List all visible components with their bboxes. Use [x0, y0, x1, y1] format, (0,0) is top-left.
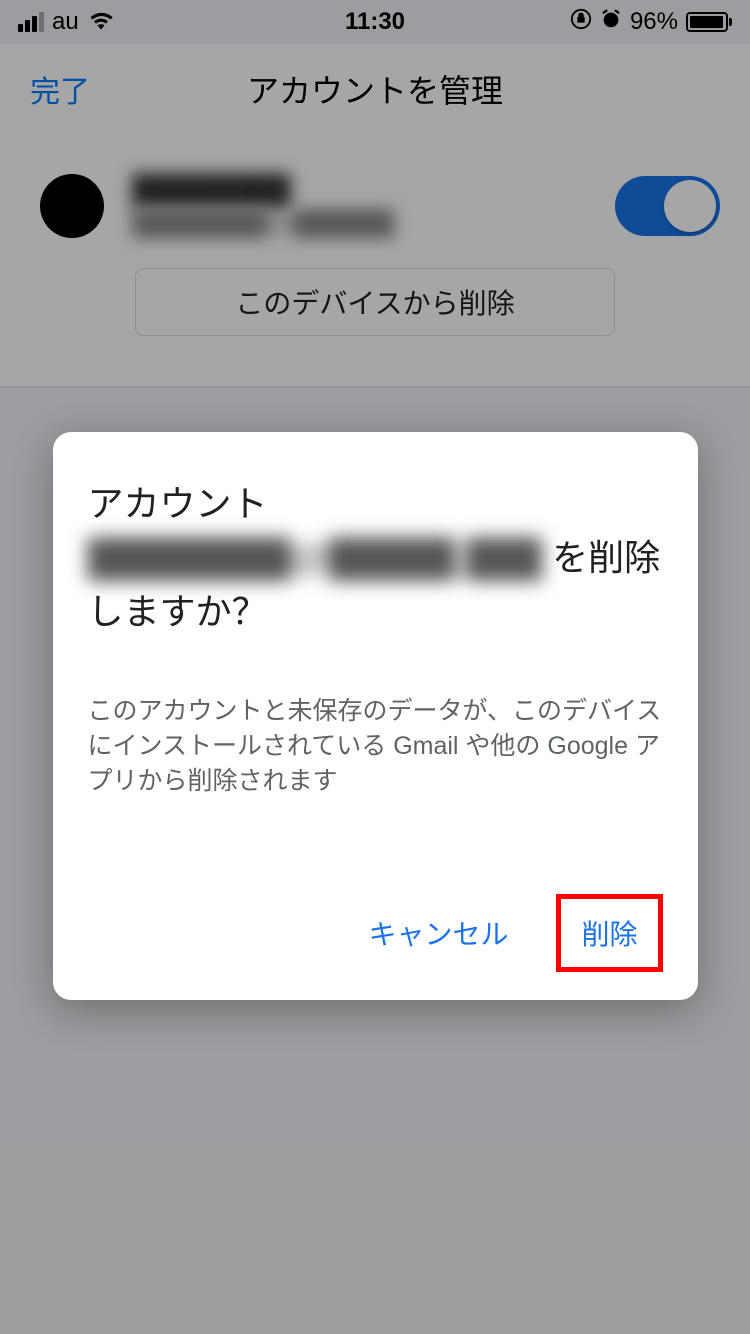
confirm-button-highlight: 削除 — [556, 894, 662, 972]
modal-overlay[interactable]: アカウント ████████@█████.███ を削除しますか？ このアカウン… — [0, 0, 750, 1334]
dialog-title-email: ████████@█████.███ — [88, 531, 543, 585]
dialog-title-prefix: アカウント — [88, 483, 268, 524]
cancel-button[interactable]: キャンセル — [360, 903, 516, 963]
dialog-actions: キャンセル 削除 — [88, 894, 663, 972]
delete-button[interactable]: 削除 — [581, 919, 637, 950]
dialog-title: アカウント ████████@█████.███ を削除しますか？ — [88, 477, 663, 639]
confirm-dialog: アカウント ████████@█████.███ を削除しますか？ このアカウン… — [53, 432, 698, 1000]
dialog-body: このアカウントと未保存のデータが、このデバイスにインストールされている Gmai… — [88, 694, 663, 799]
